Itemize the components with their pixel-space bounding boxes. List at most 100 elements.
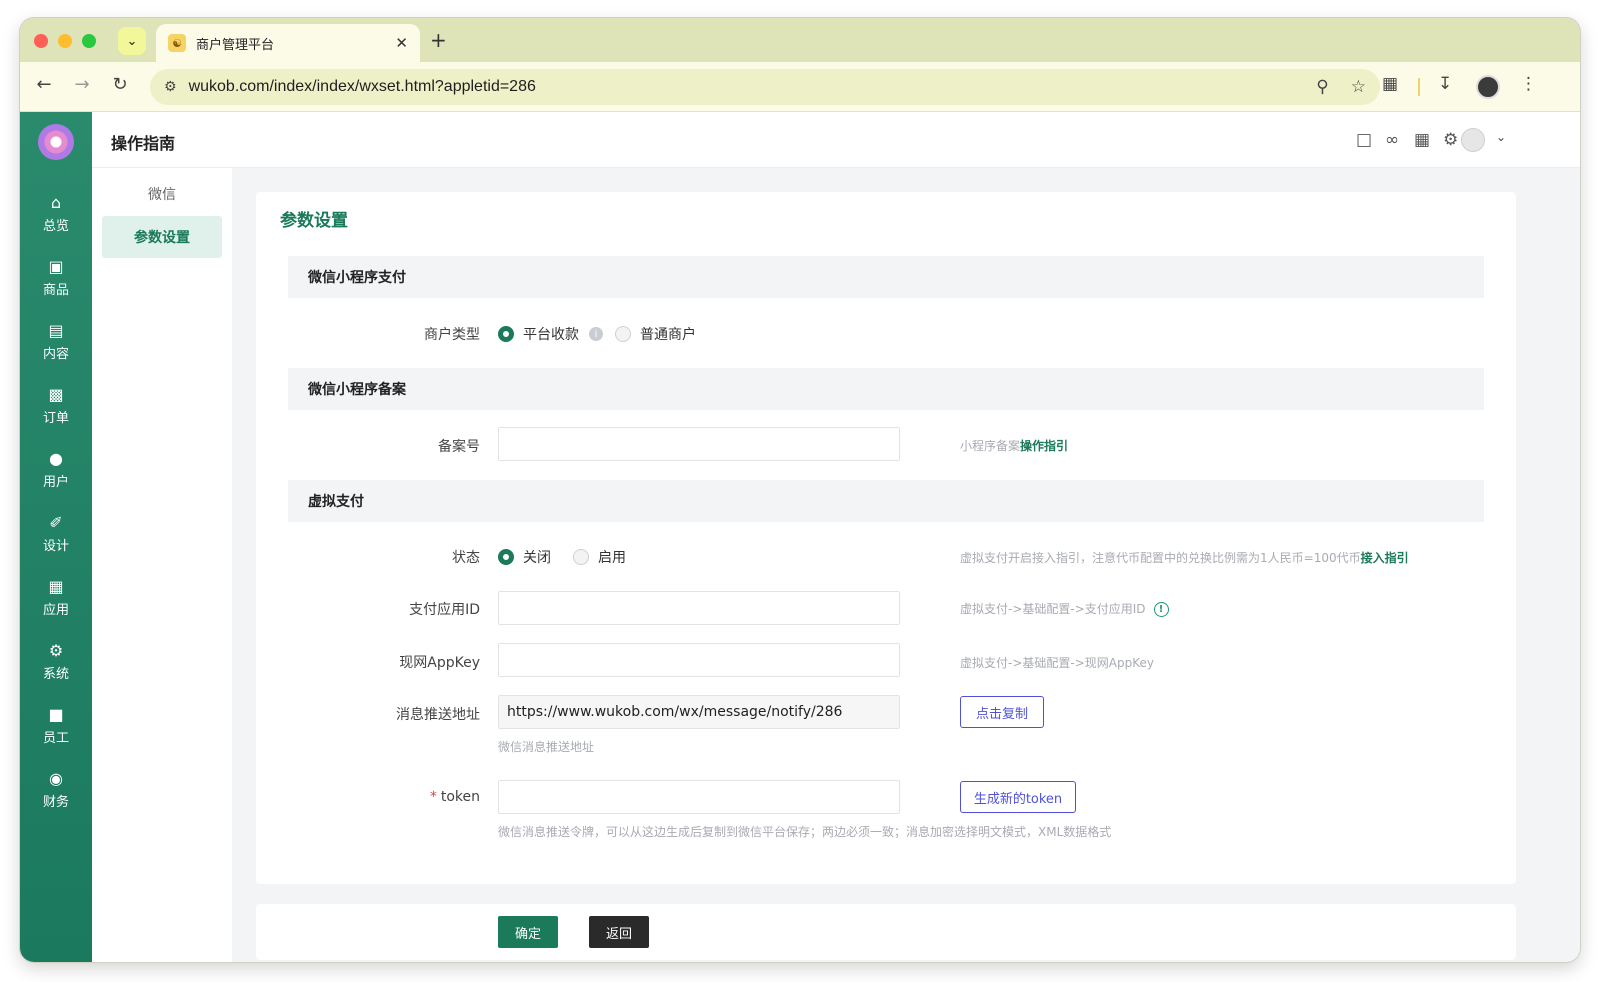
new-tab-plus-icon[interactable]: + <box>430 28 447 52</box>
bookmark-star-icon[interactable]: ☆ <box>1351 77 1366 97</box>
radio-label-platform[interactable]: 平台收款 <box>523 324 579 344</box>
record-hint-text: 小程序备案 <box>960 439 1021 453</box>
extensions-puzzle-icon[interactable]: ▦ <box>1382 74 1398 94</box>
radio-platform[interactable] <box>498 326 514 342</box>
push-url-help: 微信消息推送地址 <box>498 740 595 754</box>
merchant-type-radio-group: 平台收款 i 普通商户 <box>498 324 696 344</box>
sidebar-item-finance[interactable]: ◉ 财务 <box>20 762 92 818</box>
sidebar-item-label: 用户 <box>42 475 69 490</box>
radio-label-normal[interactable]: 普通商户 <box>640 324 696 344</box>
home-icon: ⌂ <box>50 193 62 212</box>
status-label: 状态 <box>452 550 480 566</box>
maximize-window-button[interactable] <box>82 34 96 48</box>
settings-icon[interactable]: ⚙ <box>1443 130 1458 150</box>
app-logo[interactable] <box>38 124 74 160</box>
form-title: 参数设置 <box>280 211 348 231</box>
gear-icon: ⚙ <box>48 641 64 660</box>
browser-tab[interactable]: ☯ 商户管理平台 ✕ <box>156 24 420 62</box>
info-icon[interactable]: i <box>589 327 603 341</box>
secondary-nav: 微信 参数设置 <box>92 168 232 962</box>
subnav-group-title: 微信 <box>148 187 176 203</box>
pay-app-id-input[interactable] <box>498 591 900 625</box>
section-header-virtual: 虚拟支付 <box>288 480 1484 522</box>
tab-search-chevron-icon[interactable]: ⌄ <box>118 27 146 55</box>
section-header-pay: 微信小程序支付 <box>288 256 1484 298</box>
sidebar-item-orders[interactable]: ▩ 订单 <box>20 378 92 434</box>
browser-window: ⌄ ☯ 商户管理平台 ✕ + ← → ↻ ⚙ wukob.com/index/i… <box>20 18 1580 962</box>
radio-on[interactable] <box>573 549 589 565</box>
url-text[interactable]: wukob.com/index/index/wxset.html?appleti… <box>189 78 1295 96</box>
close-window-button[interactable] <box>34 34 48 48</box>
document-icon: ▤ <box>48 321 64 340</box>
sidebar-item-label: 设计 <box>42 539 69 554</box>
section-header-record: 微信小程序备案 <box>288 368 1484 410</box>
toolbar-divider <box>1418 78 1420 96</box>
record-no-input[interactable] <box>498 427 900 461</box>
sidebar-item-label: 员工 <box>42 731 69 746</box>
push-url-input[interactable]: https://www.wukob.com/wx/message/notify/… <box>498 695 900 729</box>
pay-app-id-label: 支付应用ID <box>409 602 480 618</box>
forward-arrow-icon[interactable]: → <box>70 74 94 95</box>
copy-button[interactable]: 点击复制 <box>960 696 1044 728</box>
main-sidebar: ⌂ 总览 ▣ 商品 ▤ 内容 ▩ 订单 ● 用户 ✐ 设计 ▦ 应用 ⚙ 系统 … <box>20 112 92 962</box>
sidebar-item-apps[interactable]: ▦ 应用 <box>20 570 92 626</box>
sidebar-item-overview[interactable]: ⌂ 总览 <box>20 186 92 242</box>
sidebar-item-label: 财务 <box>42 795 69 810</box>
folder-icon[interactable]: □ <box>1356 130 1372 150</box>
merchant-type-label: 商户类型 <box>424 327 480 343</box>
sidebar-item-content[interactable]: ▤ 内容 <box>20 314 92 370</box>
appkey-input[interactable] <box>498 643 900 677</box>
record-no-label: 备案号 <box>438 439 480 455</box>
subnav-item-params[interactable]: 参数设置 <box>102 216 222 258</box>
minimize-window-button[interactable] <box>58 34 72 48</box>
top-header: 操作指南 □ ∞ ▦ ⚙ ⌄ <box>92 112 1580 168</box>
profile-avatar[interactable] <box>1476 75 1500 99</box>
generate-token-button[interactable]: 生成新的token <box>960 781 1076 813</box>
sidebar-item-staff[interactable]: ■ 员工 <box>20 698 92 754</box>
chevron-down-icon[interactable]: ⌄ <box>1496 130 1506 144</box>
token-label-text: token <box>440 789 480 805</box>
exclamation-circle-icon[interactable]: ! <box>1153 602 1169 617</box>
address-bar[interactable]: ⚙ wukob.com/index/index/wxset.html?apple… <box>150 69 1380 105</box>
site-settings-icon[interactable]: ⚙ <box>164 79 177 95</box>
access-guide-link[interactable]: 接入指引 <box>1361 551 1409 565</box>
radio-label-on[interactable]: 启用 <box>598 547 626 567</box>
apps-grid-icon: ▦ <box>48 577 64 596</box>
radio-label-off[interactable]: 关闭 <box>523 547 573 567</box>
grid-icon[interactable]: ▦ <box>1414 130 1430 150</box>
sidebar-item-users[interactable]: ● 用户 <box>20 442 92 498</box>
bag-icon: ▣ <box>48 257 64 276</box>
sidebar-item-design[interactable]: ✐ 设计 <box>20 506 92 562</box>
token-label: * token <box>256 789 480 805</box>
pay-app-id-hint: 虚拟支付->基础配置->支付应用ID! <box>960 600 1169 617</box>
tab-title: 商户管理平台 <box>196 37 275 53</box>
sidebar-item-label: 内容 <box>42 347 69 362</box>
sidebar-item-goods[interactable]: ▣ 商品 <box>20 250 92 306</box>
radio-normal-merchant[interactable] <box>615 326 631 342</box>
sidebar-item-label: 商品 <box>42 283 69 298</box>
back-arrow-icon[interactable]: ← <box>32 74 56 95</box>
token-help: 微信消息推送令牌，可以从这边生成后复制到微信平台保存；两边必须一致；消息加密选择… <box>498 825 1112 839</box>
status-hint: 虚拟支付开启接入指引，注意代币配置中的兑换比例需为1人民币=100代币接入指引 <box>960 549 1409 566</box>
brush-icon: ✐ <box>49 513 63 532</box>
pay-app-id-hint-text: 虚拟支付->基础配置->支付应用ID <box>960 602 1146 616</box>
download-icon[interactable]: ↧ <box>1438 74 1452 94</box>
sidebar-item-system[interactable]: ⚙ 系统 <box>20 634 92 690</box>
user-avatar[interactable] <box>1461 128 1485 152</box>
record-guide-link[interactable]: 操作指引 <box>1020 439 1068 453</box>
token-input[interactable] <box>498 780 900 814</box>
back-button[interactable]: 返回 <box>589 916 649 948</box>
tab-close-icon[interactable]: ✕ <box>395 34 408 52</box>
reload-icon[interactable]: ↻ <box>108 74 132 95</box>
radio-off[interactable] <box>498 549 514 565</box>
confirm-button[interactable]: 确定 <box>498 916 558 948</box>
site-favicon-icon: ☯ <box>168 34 186 52</box>
browser-menu-icon[interactable]: ⋮ <box>1520 74 1537 94</box>
money-bag-icon: ◉ <box>49 769 63 788</box>
zoom-icon[interactable]: ⚲ <box>1316 77 1328 97</box>
appkey-hint: 虚拟支付->基础配置->现网AppKey <box>960 656 1154 670</box>
link-icon[interactable]: ∞ <box>1385 130 1399 150</box>
status-hint-text: 虚拟支付开启接入指引，注意代币配置中的兑换比例需为1人民币=100代币 <box>960 551 1361 565</box>
page-title[interactable]: 操作指南 <box>111 130 175 154</box>
browser-toolbar: ← → ↻ ⚙ wukob.com/index/index/wxset.html… <box>20 62 1580 112</box>
